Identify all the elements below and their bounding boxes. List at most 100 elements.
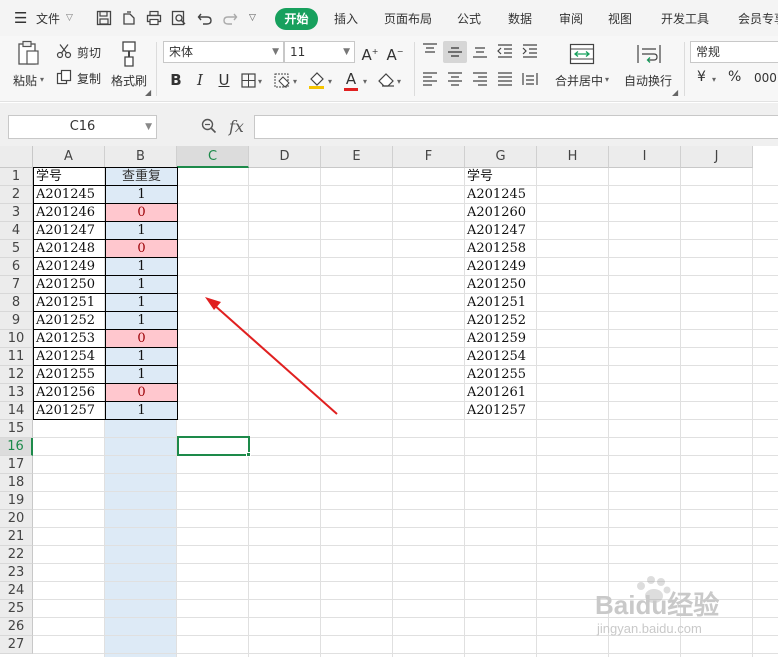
cell-a13[interactable]: A201256	[33, 383, 106, 402]
paste-icon[interactable]	[16, 40, 42, 68]
cell-b4[interactable]: 1	[105, 221, 178, 240]
eraser-icon[interactable]	[378, 73, 395, 88]
cell-a2[interactable]: A201245	[33, 185, 106, 204]
merge-center-icon[interactable]	[569, 43, 595, 65]
cell-g1[interactable]: 学号	[465, 168, 537, 186]
chevron-down-icon[interactable]: ▾	[712, 75, 716, 84]
cell-a10[interactable]: A201253	[33, 329, 106, 348]
row-header-19[interactable]: 19	[0, 492, 33, 510]
cell-g9[interactable]: A201252	[465, 312, 537, 330]
tab-home[interactable]: 开始	[275, 8, 318, 30]
zoom-icon[interactable]	[201, 118, 217, 134]
cell-b10[interactable]: 0	[105, 329, 178, 348]
cell-g6[interactable]: A201249	[465, 258, 537, 276]
cell-b1[interactable]: 查重复	[105, 167, 178, 186]
cell-g12[interactable]: A201255	[465, 366, 537, 384]
scissors-icon[interactable]	[56, 43, 72, 59]
row-header-23[interactable]: 23	[0, 564, 33, 582]
justify-icon[interactable]	[496, 71, 514, 87]
align-top-icon[interactable]	[421, 42, 439, 60]
row-header-12[interactable]: 12	[0, 366, 33, 384]
cell-g5[interactable]: A201258	[465, 240, 537, 258]
column-header-g[interactable]: G	[465, 146, 537, 168]
row-header-16[interactable]: 16	[0, 438, 33, 456]
align-center-icon[interactable]	[446, 71, 464, 87]
cell-g3[interactable]: A201260	[465, 204, 537, 222]
cell-a6[interactable]: A201249	[33, 257, 106, 276]
row-header-24[interactable]: 24	[0, 582, 33, 600]
bold-icon[interactable]: B	[166, 70, 186, 90]
cell-b11[interactable]: 1	[105, 347, 178, 366]
border-icon[interactable]	[241, 73, 256, 88]
decrease-indent-icon[interactable]	[496, 42, 514, 60]
row-header-25[interactable]: 25	[0, 600, 33, 618]
cell-g13[interactable]: A201261	[465, 384, 537, 402]
chevron-down-icon[interactable]: ▾	[605, 75, 609, 84]
column-header-h[interactable]: H	[537, 146, 609, 168]
row-header-9[interactable]: 9	[0, 312, 33, 330]
row-header-20[interactable]: 20	[0, 510, 33, 528]
chevron-down-icon[interactable]: ▾	[293, 77, 297, 86]
print-icon[interactable]	[146, 10, 162, 26]
paste-dropdown-icon[interactable]: ▾	[40, 75, 44, 84]
cell-b12[interactable]: 1	[105, 365, 178, 384]
row-header-7[interactable]: 7	[0, 276, 33, 294]
cell-b2[interactable]: 1	[105, 185, 178, 204]
currency-format-button[interactable]: ¥	[697, 69, 706, 85]
row-header-26[interactable]: 26	[0, 618, 33, 636]
insert-function-button[interactable]: fx	[229, 117, 244, 136]
column-header-c[interactable]: C	[177, 146, 249, 168]
tab-developer[interactable]: 开发工具	[661, 10, 709, 27]
thousands-separator-button[interactable]: 000	[754, 71, 777, 85]
name-box[interactable]: C16 ▼	[8, 115, 157, 139]
chevron-down-icon[interactable]: ▾	[328, 77, 332, 86]
column-header-b[interactable]: B	[105, 146, 177, 168]
active-cell-c16[interactable]	[177, 436, 250, 456]
row-header-8[interactable]: 8	[0, 294, 33, 312]
print-preview-icon[interactable]	[171, 10, 187, 26]
cell-g7[interactable]: A201250	[465, 276, 537, 294]
cell-b13[interactable]: 0	[105, 383, 178, 402]
tab-review[interactable]: 审阅	[559, 10, 583, 27]
export-icon[interactable]	[121, 10, 137, 26]
cell-g14[interactable]: A201257	[465, 402, 537, 420]
row-header-4[interactable]: 4	[0, 222, 33, 240]
column-header-a[interactable]: A	[33, 146, 105, 168]
undo-icon[interactable]	[197, 11, 213, 25]
row-header-21[interactable]: 21	[0, 528, 33, 546]
row-header-14[interactable]: 14	[0, 402, 33, 420]
tab-page-layout[interactable]: 页面布局	[384, 10, 432, 27]
cell-a12[interactable]: A201255	[33, 365, 106, 384]
decrease-font-size-icon[interactable]: A−	[385, 42, 405, 64]
increase-font-size-icon[interactable]: A+	[360, 42, 380, 64]
cell-b3[interactable]: 0	[105, 203, 178, 222]
tab-data[interactable]: 数据	[508, 10, 532, 27]
customize-toolbar-icon[interactable]: ▽	[249, 13, 256, 23]
row-header-5[interactable]: 5	[0, 240, 33, 258]
cell-g10[interactable]: A201259	[465, 330, 537, 348]
cut-button[interactable]: 剪切	[77, 44, 101, 61]
chevron-down-icon[interactable]: ▾	[397, 77, 401, 86]
row-header-6[interactable]: 6	[0, 258, 33, 276]
row-header-18[interactable]: 18	[0, 474, 33, 492]
alignment-group-expand-icon[interactable]: ◢	[672, 88, 678, 97]
chevron-down-icon[interactable]: ▽	[66, 13, 73, 23]
cell-a7[interactable]: A201250	[33, 275, 106, 294]
cell-g2[interactable]: A201245	[465, 186, 537, 204]
row-header-17[interactable]: 17	[0, 456, 33, 474]
row-header-1[interactable]: 1	[0, 168, 33, 186]
cell-b8[interactable]: 1	[105, 293, 178, 312]
cell-a4[interactable]: A201247	[33, 221, 106, 240]
save-icon[interactable]	[96, 10, 112, 26]
fill-color-icon[interactable]	[308, 71, 325, 89]
hamburger-menu-icon[interactable]: ☰	[14, 9, 27, 27]
chevron-down-icon[interactable]: ▾	[363, 77, 367, 86]
row-header-10[interactable]: 10	[0, 330, 33, 348]
percent-format-button[interactable]: %	[728, 69, 741, 85]
select-all-corner[interactable]	[0, 146, 33, 168]
wrap-text-icon[interactable]	[636, 43, 662, 65]
font-color-icon[interactable]: A	[341, 69, 361, 89]
paste-button[interactable]: 粘贴	[13, 72, 37, 89]
distributed-align-icon[interactable]	[521, 71, 539, 87]
cell-a11[interactable]: A201254	[33, 347, 106, 366]
